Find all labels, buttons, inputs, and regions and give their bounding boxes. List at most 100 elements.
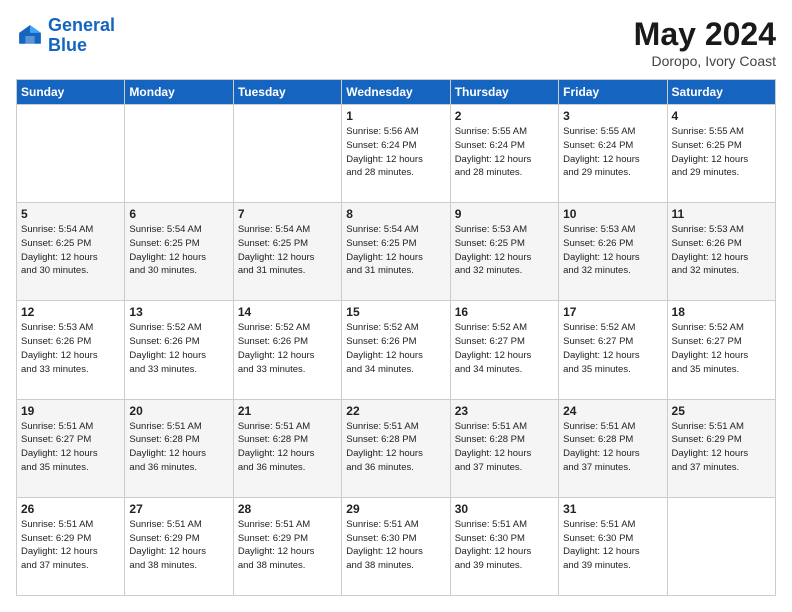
calendar-cell: 17 Sunrise: 5:52 AM Sunset: 6:27 PM Dayli… xyxy=(559,301,667,399)
day-number: 17 xyxy=(563,305,662,319)
day-info: Sunrise: 5:51 AM Sunset: 6:28 PM Dayligh… xyxy=(238,420,337,475)
day-info: Sunrise: 5:51 AM Sunset: 6:29 PM Dayligh… xyxy=(238,518,337,573)
calendar-cell: 8Sunrise: 5:54 AM Sunset: 6:25 PM Daylig… xyxy=(342,203,450,301)
day-info: Sunrise: 5:51 AM Sunset: 6:28 PM Dayligh… xyxy=(346,420,445,475)
calendar-cell: 31 Sunrise: 5:51 AM Sunset: 6:30 PM Dayli… xyxy=(559,497,667,595)
day-info: Sunrise: 5:55 AM Sunset: 6:24 PM Dayligh… xyxy=(563,125,662,180)
calendar-cell: 10 Sunrise: 5:53 AM Sunset: 6:26 PM Dayli… xyxy=(559,203,667,301)
logo-line2: Blue xyxy=(48,35,87,55)
calendar-cell: 20 Sunrise: 5:51 AM Sunset: 6:28 PM Dayli… xyxy=(125,399,233,497)
calendar-cell xyxy=(667,497,775,595)
day-number: 1 xyxy=(346,109,445,123)
day-number: 29 xyxy=(346,502,445,516)
page: General Blue May 2024 Doropo, Ivory Coas… xyxy=(0,0,792,612)
day-number: 19 xyxy=(21,404,120,418)
calendar-cell: 13 Sunrise: 5:52 AM Sunset: 6:26 PM Dayli… xyxy=(125,301,233,399)
day-number: 27 xyxy=(129,502,228,516)
day-number: 16 xyxy=(455,305,554,319)
day-number: 12 xyxy=(21,305,120,319)
calendar-cell: 3 Sunrise: 5:55 AM Sunset: 6:24 PM Daylig… xyxy=(559,105,667,203)
day-number: 7 xyxy=(238,207,337,221)
day-number: 5 xyxy=(21,207,120,221)
day-number: 31 xyxy=(563,502,662,516)
logo-line1: General xyxy=(48,15,115,35)
calendar-cell: 26Sunrise: 5:51 AM Sunset: 6:29 PM Dayli… xyxy=(17,497,125,595)
calendar-cell: 24 Sunrise: 5:51 AM Sunset: 6:28 PM Dayli… xyxy=(559,399,667,497)
calendar-cell: 23 Sunrise: 5:51 AM Sunset: 6:28 PM Dayli… xyxy=(450,399,558,497)
day-info: Sunrise: 5:55 AM Sunset: 6:25 PM Dayligh… xyxy=(672,125,771,180)
day-info: Sunrise: 5:52 AM Sunset: 6:26 PM Dayligh… xyxy=(238,321,337,376)
day-info: Sunrise: 5:51 AM Sunset: 6:27 PM Dayligh… xyxy=(21,420,120,475)
day-info: Sunrise: 5:53 AM Sunset: 6:25 PM Dayligh… xyxy=(455,223,554,278)
day-info: Sunrise: 5:51 AM Sunset: 6:30 PM Dayligh… xyxy=(563,518,662,573)
location: Doropo, Ivory Coast xyxy=(634,53,776,69)
calendar-cell: 1Sunrise: 5:56 AM Sunset: 6:24 PM Daylig… xyxy=(342,105,450,203)
calendar-body: 1Sunrise: 5:56 AM Sunset: 6:24 PM Daylig… xyxy=(17,105,776,596)
day-number: 30 xyxy=(455,502,554,516)
day-info: Sunrise: 5:54 AM Sunset: 6:25 PM Dayligh… xyxy=(21,223,120,278)
day-number: 3 xyxy=(563,109,662,123)
day-number: 18 xyxy=(672,305,771,319)
day-number: 13 xyxy=(129,305,228,319)
calendar-cell: 15Sunrise: 5:52 AM Sunset: 6:26 PM Dayli… xyxy=(342,301,450,399)
calendar-cell: 27Sunrise: 5:51 AM Sunset: 6:29 PM Dayli… xyxy=(125,497,233,595)
calendar: Sunday Monday Tuesday Wednesday Thursday… xyxy=(16,79,776,596)
col-wednesday: Wednesday xyxy=(342,80,450,105)
day-number: 20 xyxy=(129,404,228,418)
header-row: Sunday Monday Tuesday Wednesday Thursday… xyxy=(17,80,776,105)
calendar-cell: 11Sunrise: 5:53 AM Sunset: 6:26 PM Dayli… xyxy=(667,203,775,301)
calendar-week-3: 12Sunrise: 5:53 AM Sunset: 6:26 PM Dayli… xyxy=(17,301,776,399)
day-info: Sunrise: 5:54 AM Sunset: 6:25 PM Dayligh… xyxy=(238,223,337,278)
day-number: 6 xyxy=(129,207,228,221)
col-sunday: Sunday xyxy=(17,80,125,105)
day-info: Sunrise: 5:51 AM Sunset: 6:28 PM Dayligh… xyxy=(455,420,554,475)
day-info: Sunrise: 5:51 AM Sunset: 6:30 PM Dayligh… xyxy=(455,518,554,573)
logo: General Blue xyxy=(16,16,115,56)
day-number: 25 xyxy=(672,404,771,418)
calendar-cell: 30 Sunrise: 5:51 AM Sunset: 6:30 PM Dayli… xyxy=(450,497,558,595)
calendar-cell: 28Sunrise: 5:51 AM Sunset: 6:29 PM Dayli… xyxy=(233,497,341,595)
header: General Blue May 2024 Doropo, Ivory Coas… xyxy=(16,16,776,69)
day-info: Sunrise: 5:51 AM Sunset: 6:28 PM Dayligh… xyxy=(129,420,228,475)
day-number: 9 xyxy=(455,207,554,221)
day-info: Sunrise: 5:52 AM Sunset: 6:26 PM Dayligh… xyxy=(129,321,228,376)
col-friday: Friday xyxy=(559,80,667,105)
calendar-cell xyxy=(17,105,125,203)
day-info: Sunrise: 5:51 AM Sunset: 6:29 PM Dayligh… xyxy=(21,518,120,573)
day-number: 4 xyxy=(672,109,771,123)
day-number: 15 xyxy=(346,305,445,319)
day-number: 23 xyxy=(455,404,554,418)
day-number: 10 xyxy=(563,207,662,221)
calendar-cell: 29 Sunrise: 5:51 AM Sunset: 6:30 PM Dayli… xyxy=(342,497,450,595)
day-info: Sunrise: 5:53 AM Sunset: 6:26 PM Dayligh… xyxy=(563,223,662,278)
calendar-cell xyxy=(233,105,341,203)
day-number: 8 xyxy=(346,207,445,221)
calendar-cell: 7 Sunrise: 5:54 AM Sunset: 6:25 PM Daylig… xyxy=(233,203,341,301)
calendar-week-2: 5 Sunrise: 5:54 AM Sunset: 6:25 PM Daylig… xyxy=(17,203,776,301)
logo-text: General Blue xyxy=(48,16,115,56)
day-number: 24 xyxy=(563,404,662,418)
month-year: May 2024 xyxy=(634,16,776,53)
day-number: 21 xyxy=(238,404,337,418)
calendar-cell: 22 Sunrise: 5:51 AM Sunset: 6:28 PM Dayli… xyxy=(342,399,450,497)
day-info: Sunrise: 5:52 AM Sunset: 6:27 PM Dayligh… xyxy=(563,321,662,376)
day-info: Sunrise: 5:52 AM Sunset: 6:27 PM Dayligh… xyxy=(672,321,771,376)
calendar-cell: 25Sunrise: 5:51 AM Sunset: 6:29 PM Dayli… xyxy=(667,399,775,497)
calendar-cell xyxy=(125,105,233,203)
day-number: 22 xyxy=(346,404,445,418)
calendar-week-1: 1Sunrise: 5:56 AM Sunset: 6:24 PM Daylig… xyxy=(17,105,776,203)
calendar-cell: 12Sunrise: 5:53 AM Sunset: 6:26 PM Dayli… xyxy=(17,301,125,399)
day-info: Sunrise: 5:54 AM Sunset: 6:25 PM Dayligh… xyxy=(129,223,228,278)
day-info: Sunrise: 5:53 AM Sunset: 6:26 PM Dayligh… xyxy=(672,223,771,278)
calendar-cell: 2Sunrise: 5:55 AM Sunset: 6:24 PM Daylig… xyxy=(450,105,558,203)
day-info: Sunrise: 5:51 AM Sunset: 6:30 PM Dayligh… xyxy=(346,518,445,573)
day-info: Sunrise: 5:52 AM Sunset: 6:27 PM Dayligh… xyxy=(455,321,554,376)
col-thursday: Thursday xyxy=(450,80,558,105)
calendar-week-5: 26Sunrise: 5:51 AM Sunset: 6:29 PM Dayli… xyxy=(17,497,776,595)
day-info: Sunrise: 5:51 AM Sunset: 6:28 PM Dayligh… xyxy=(563,420,662,475)
calendar-cell: 4 Sunrise: 5:55 AM Sunset: 6:25 PM Daylig… xyxy=(667,105,775,203)
calendar-cell: 6 Sunrise: 5:54 AM Sunset: 6:25 PM Daylig… xyxy=(125,203,233,301)
calendar-week-4: 19 Sunrise: 5:51 AM Sunset: 6:27 PM Dayli… xyxy=(17,399,776,497)
day-number: 14 xyxy=(238,305,337,319)
calendar-header: Sunday Monday Tuesday Wednesday Thursday… xyxy=(17,80,776,105)
